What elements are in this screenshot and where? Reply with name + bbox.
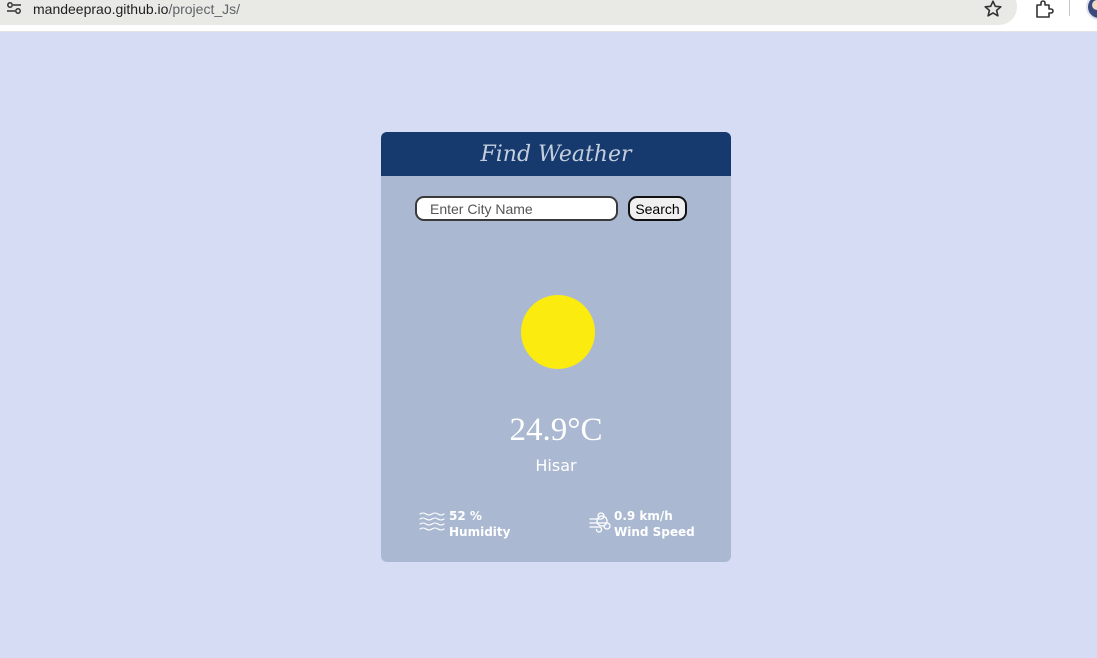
weather-card: Find Weather Search 24.9°C Hisar 52 % Hu… (381, 132, 731, 562)
extensions-puzzle-icon[interactable] (1033, 0, 1055, 20)
humidity-value: 52 % (449, 509, 482, 523)
toolbar-divider (1069, 0, 1070, 16)
wind-text: 0.9 km/h Wind Speed (614, 508, 695, 540)
city-search-input[interactable] (415, 196, 618, 221)
url-path: /project_Js/ (168, 1, 241, 17)
card-header: Find Weather (381, 132, 731, 176)
sun-icon (521, 295, 595, 369)
site-info-icon[interactable] (6, 1, 22, 15)
wind-label: Wind Speed (614, 525, 695, 539)
city-name: Hisar (535, 456, 577, 475)
wind-value: 0.9 km/h (614, 509, 673, 523)
humidity-waves-icon (419, 512, 445, 531)
browser-toolbar: mandeeprao.github.io/project_Js/ (0, 0, 1097, 32)
profile-avatar[interactable] (1086, 0, 1097, 20)
humidity-label: Humidity (449, 525, 511, 539)
temperature-value: 24.9°C (509, 412, 603, 448)
search-button[interactable]: Search (628, 196, 687, 221)
humidity-text: 52 % Humidity (449, 508, 510, 540)
bookmark-star-icon[interactable] (983, 0, 1003, 19)
wind-icon (589, 512, 611, 533)
app-title: Find Weather (480, 142, 632, 167)
address-bar-url[interactable]: mandeeprao.github.io/project_Js/ (33, 0, 240, 18)
url-host: mandeeprao.github.io (33, 1, 169, 17)
